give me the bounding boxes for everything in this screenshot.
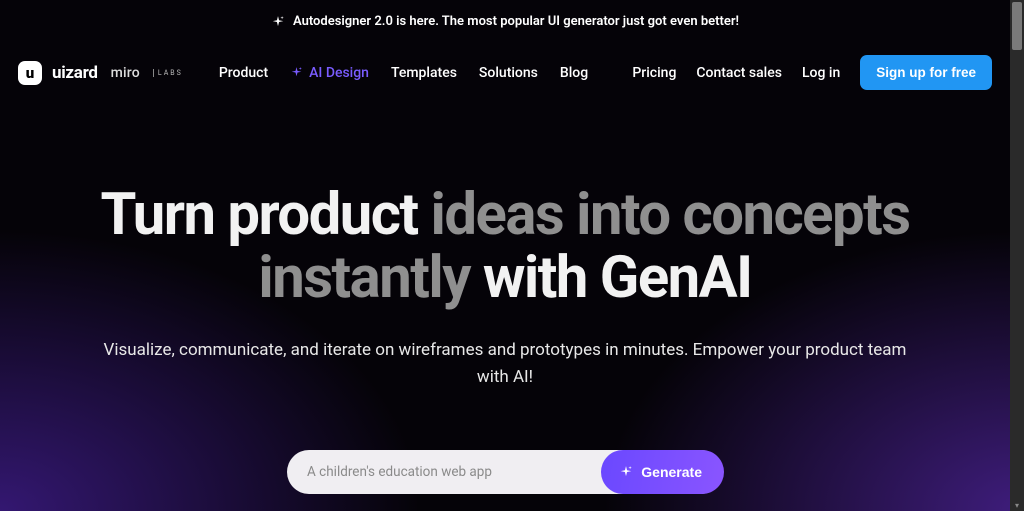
nav-secondary: Pricing Contact sales Log in Sign up for… xyxy=(632,55,992,90)
nav-ai-design-label: AI Design xyxy=(309,65,369,81)
logo[interactable]: u uizard miro LABS xyxy=(18,61,183,85)
generate-button[interactable]: Generate xyxy=(601,450,724,494)
generate-button-label: Generate xyxy=(641,464,702,480)
headline-part1: Turn product xyxy=(100,181,417,249)
nav-pricing[interactable]: Pricing xyxy=(632,65,676,81)
nav-solutions[interactable]: Solutions xyxy=(479,65,538,81)
nav-product[interactable]: Product xyxy=(219,65,268,81)
announcement-banner[interactable]: Autodesigner 2.0 is here. The most popul… xyxy=(0,0,1010,39)
hero-headline: Turn product ideas into concepts instant… xyxy=(40,184,970,309)
signup-button[interactable]: Sign up for free xyxy=(860,55,992,90)
nav-templates[interactable]: Templates xyxy=(391,65,457,81)
hero-subhead: Visualize, communicate, and iterate on w… xyxy=(90,337,920,390)
announcement-text: Autodesigner 2.0 is here. The most popul… xyxy=(293,14,739,29)
sparkle-icon xyxy=(271,15,285,29)
nav-login[interactable]: Log in xyxy=(802,65,840,81)
prompt-input[interactable] xyxy=(307,464,601,480)
logo-mark: u xyxy=(18,61,42,85)
main-nav: u uizard miro LABS Product AI Design Tem… xyxy=(0,39,1010,104)
hero: Turn product ideas into concepts instant… xyxy=(0,104,1010,494)
logo-partner-suffix: LABS xyxy=(153,69,183,77)
scrollbar-thumb[interactable] xyxy=(1012,2,1022,50)
logo-name: uizard xyxy=(52,63,98,83)
scroll-down-icon[interactable]: ▾ xyxy=(1012,501,1022,511)
sparkle-icon xyxy=(619,465,633,479)
nav-contact-sales[interactable]: Contact sales xyxy=(696,65,782,81)
scrollbar[interactable]: ▴ ▾ xyxy=(1010,0,1024,511)
logo-partner: miro xyxy=(111,65,140,81)
sparkle-icon xyxy=(290,66,303,79)
nav-blog[interactable]: Blog xyxy=(560,65,588,81)
prompt-bar: Generate xyxy=(287,450,723,494)
nav-ai-design[interactable]: AI Design xyxy=(290,65,369,81)
nav-primary: Product AI Design Templates Solutions Bl… xyxy=(219,65,588,81)
headline-part3: with GenAI xyxy=(483,244,752,312)
